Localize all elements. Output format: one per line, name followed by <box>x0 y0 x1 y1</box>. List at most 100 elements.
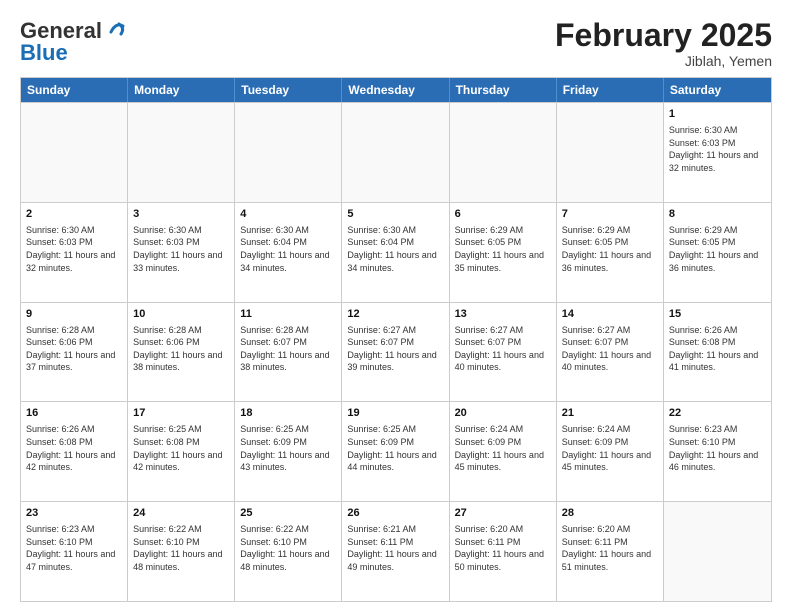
day-info: Sunrise: 6:20 AM Sunset: 6:11 PM Dayligh… <box>455 523 551 573</box>
day-number: 6 <box>455 207 551 222</box>
cell-w2-d5: 14 Sunrise: 6:27 AM Sunset: 6:07 PM Dayli… <box>557 303 664 402</box>
day-number: 27 <box>455 506 551 521</box>
day-info: Sunrise: 6:26 AM Sunset: 6:08 PM Dayligh… <box>26 423 122 473</box>
day-info: Sunrise: 6:27 AM Sunset: 6:07 PM Dayligh… <box>562 324 658 374</box>
day-number: 8 <box>669 207 766 222</box>
cell-w0-d4 <box>450 103 557 202</box>
cell-w4-d0: 23Sunrise: 6:23 AM Sunset: 6:10 PM Dayli… <box>21 502 128 601</box>
day-number: 25 <box>240 506 336 521</box>
day-number: 10 <box>133 307 229 322</box>
day-info: Sunrise: 6:24 AM Sunset: 6:09 PM Dayligh… <box>455 423 551 473</box>
day-number: 16 <box>26 406 122 421</box>
calendar: Sunday Monday Tuesday Wednesday Thursday… <box>20 77 772 602</box>
day-info: Sunrise: 6:30 AM Sunset: 6:04 PM Dayligh… <box>240 224 336 274</box>
week-row-3: 16 Sunrise: 6:26 AM Sunset: 6:08 PM Dayli… <box>21 401 771 501</box>
header-thursday: Thursday <box>450 78 557 102</box>
week-row-4: 23Sunrise: 6:23 AM Sunset: 6:10 PM Dayli… <box>21 501 771 601</box>
cell-w2-d6: 15 Sunrise: 6:26 AM Sunset: 6:08 PM Dayli… <box>664 303 771 402</box>
cell-w3-d6: 22 Sunrise: 6:23 AM Sunset: 6:10 PM Dayli… <box>664 402 771 501</box>
day-info: Sunrise: 6:22 AM Sunset: 6:10 PM Dayligh… <box>133 523 229 573</box>
day-info: Sunrise: 6:22 AM Sunset: 6:10 PM Dayligh… <box>240 523 336 573</box>
cell-w4-d2: 25 Sunrise: 6:22 AM Sunset: 6:10 PM Dayli… <box>235 502 342 601</box>
header-sunday: Sunday <box>21 78 128 102</box>
cell-w2-d3: 12Sunrise: 6:27 AM Sunset: 6:07 PM Dayli… <box>342 303 449 402</box>
day-info: Sunrise: 6:20 AM Sunset: 6:11 PM Dayligh… <box>562 523 658 573</box>
cell-w0-d3 <box>342 103 449 202</box>
cell-w4-d6 <box>664 502 771 601</box>
cell-w1-d3: 5 Sunrise: 6:30 AM Sunset: 6:04 PM Daylig… <box>342 203 449 302</box>
cell-w3-d4: 20 Sunrise: 6:24 AM Sunset: 6:09 PM Dayli… <box>450 402 557 501</box>
cell-w0-d0 <box>21 103 128 202</box>
day-info: Sunrise: 6:23 AM Sunset: 6:10 PM Dayligh… <box>669 423 766 473</box>
logo: General Blue <box>20 18 127 66</box>
header-wednesday: Wednesday <box>342 78 449 102</box>
day-info: Sunrise: 6:25 AM Sunset: 6:09 PM Dayligh… <box>347 423 443 473</box>
cell-w4-d4: 27 Sunrise: 6:20 AM Sunset: 6:11 PM Dayli… <box>450 502 557 601</box>
cell-w4-d3: 26 Sunrise: 6:21 AM Sunset: 6:11 PM Dayli… <box>342 502 449 601</box>
day-number: 1 <box>669 107 766 122</box>
day-info: Sunrise: 6:29 AM Sunset: 6:05 PM Dayligh… <box>669 224 766 274</box>
day-info: Sunrise: 6:30 AM Sunset: 6:03 PM Dayligh… <box>133 224 229 274</box>
day-number: 11 <box>240 307 336 322</box>
logo-icon <box>105 18 127 40</box>
day-number: 21 <box>562 406 658 421</box>
page: General Blue February 2025 Jiblah, Yemen… <box>0 0 792 612</box>
week-row-2: 9 Sunrise: 6:28 AM Sunset: 6:06 PM Daylig… <box>21 302 771 402</box>
day-number: 15 <box>669 307 766 322</box>
day-number: 13 <box>455 307 551 322</box>
cell-w0-d2 <box>235 103 342 202</box>
cell-w3-d2: 18Sunrise: 6:25 AM Sunset: 6:09 PM Dayli… <box>235 402 342 501</box>
week-row-0: 1 Sunrise: 6:30 AM Sunset: 6:03 PM Daylig… <box>21 102 771 202</box>
cell-w2-d1: 10 Sunrise: 6:28 AM Sunset: 6:06 PM Dayli… <box>128 303 235 402</box>
subtitle: Jiblah, Yemen <box>555 53 772 69</box>
header-saturday: Saturday <box>664 78 771 102</box>
calendar-body: 1 Sunrise: 6:30 AM Sunset: 6:03 PM Daylig… <box>21 102 771 601</box>
cell-w1-d2: 4 Sunrise: 6:30 AM Sunset: 6:04 PM Daylig… <box>235 203 342 302</box>
calendar-header: Sunday Monday Tuesday Wednesday Thursday… <box>21 78 771 102</box>
day-info: Sunrise: 6:30 AM Sunset: 6:03 PM Dayligh… <box>669 124 766 174</box>
day-number: 24 <box>133 506 229 521</box>
header-monday: Monday <box>128 78 235 102</box>
header-tuesday: Tuesday <box>235 78 342 102</box>
cell-w2-d0: 9Sunrise: 6:28 AM Sunset: 6:06 PM Daylig… <box>21 303 128 402</box>
day-info: Sunrise: 6:27 AM Sunset: 6:07 PM Dayligh… <box>455 324 551 374</box>
week-row-1: 2 Sunrise: 6:30 AM Sunset: 6:03 PM Daylig… <box>21 202 771 302</box>
day-info: Sunrise: 6:29 AM Sunset: 6:05 PM Dayligh… <box>455 224 551 274</box>
day-info: Sunrise: 6:26 AM Sunset: 6:08 PM Dayligh… <box>669 324 766 374</box>
title-block: February 2025 Jiblah, Yemen <box>555 18 772 69</box>
day-info: Sunrise: 6:25 AM Sunset: 6:09 PM Dayligh… <box>240 423 336 473</box>
cell-w1-d5: 7Sunrise: 6:29 AM Sunset: 6:05 PM Daylig… <box>557 203 664 302</box>
day-number: 9 <box>26 307 122 322</box>
cell-w0-d6: 1 Sunrise: 6:30 AM Sunset: 6:03 PM Daylig… <box>664 103 771 202</box>
day-info: Sunrise: 6:24 AM Sunset: 6:09 PM Dayligh… <box>562 423 658 473</box>
cell-w1-d6: 8 Sunrise: 6:29 AM Sunset: 6:05 PM Daylig… <box>664 203 771 302</box>
month-title: February 2025 <box>555 18 772 53</box>
cell-w4-d1: 24 Sunrise: 6:22 AM Sunset: 6:10 PM Dayli… <box>128 502 235 601</box>
cell-w1-d0: 2 Sunrise: 6:30 AM Sunset: 6:03 PM Daylig… <box>21 203 128 302</box>
header-friday: Friday <box>557 78 664 102</box>
day-number: 14 <box>562 307 658 322</box>
day-info: Sunrise: 6:30 AM Sunset: 6:03 PM Dayligh… <box>26 224 122 274</box>
day-number: 4 <box>240 207 336 222</box>
day-number: 3 <box>133 207 229 222</box>
cell-w2-d4: 13 Sunrise: 6:27 AM Sunset: 6:07 PM Dayli… <box>450 303 557 402</box>
day-info: Sunrise: 6:25 AM Sunset: 6:08 PM Dayligh… <box>133 423 229 473</box>
cell-w4-d5: 28Sunrise: 6:20 AM Sunset: 6:11 PM Dayli… <box>557 502 664 601</box>
cell-w3-d3: 19 Sunrise: 6:25 AM Sunset: 6:09 PM Dayli… <box>342 402 449 501</box>
cell-w3-d1: 17 Sunrise: 6:25 AM Sunset: 6:08 PM Dayli… <box>128 402 235 501</box>
day-info: Sunrise: 6:28 AM Sunset: 6:07 PM Dayligh… <box>240 324 336 374</box>
day-number: 20 <box>455 406 551 421</box>
day-number: 17 <box>133 406 229 421</box>
header: General Blue February 2025 Jiblah, Yemen <box>20 18 772 69</box>
cell-w3-d5: 21 Sunrise: 6:24 AM Sunset: 6:09 PM Dayli… <box>557 402 664 501</box>
day-number: 22 <box>669 406 766 421</box>
day-info: Sunrise: 6:23 AM Sunset: 6:10 PM Dayligh… <box>26 523 122 573</box>
day-info: Sunrise: 6:29 AM Sunset: 6:05 PM Dayligh… <box>562 224 658 274</box>
day-number: 19 <box>347 406 443 421</box>
day-info: Sunrise: 6:30 AM Sunset: 6:04 PM Dayligh… <box>347 224 443 274</box>
day-number: 26 <box>347 506 443 521</box>
day-info: Sunrise: 6:21 AM Sunset: 6:11 PM Dayligh… <box>347 523 443 573</box>
day-number: 5 <box>347 207 443 222</box>
day-info: Sunrise: 6:28 AM Sunset: 6:06 PM Dayligh… <box>133 324 229 374</box>
day-number: 2 <box>26 207 122 222</box>
